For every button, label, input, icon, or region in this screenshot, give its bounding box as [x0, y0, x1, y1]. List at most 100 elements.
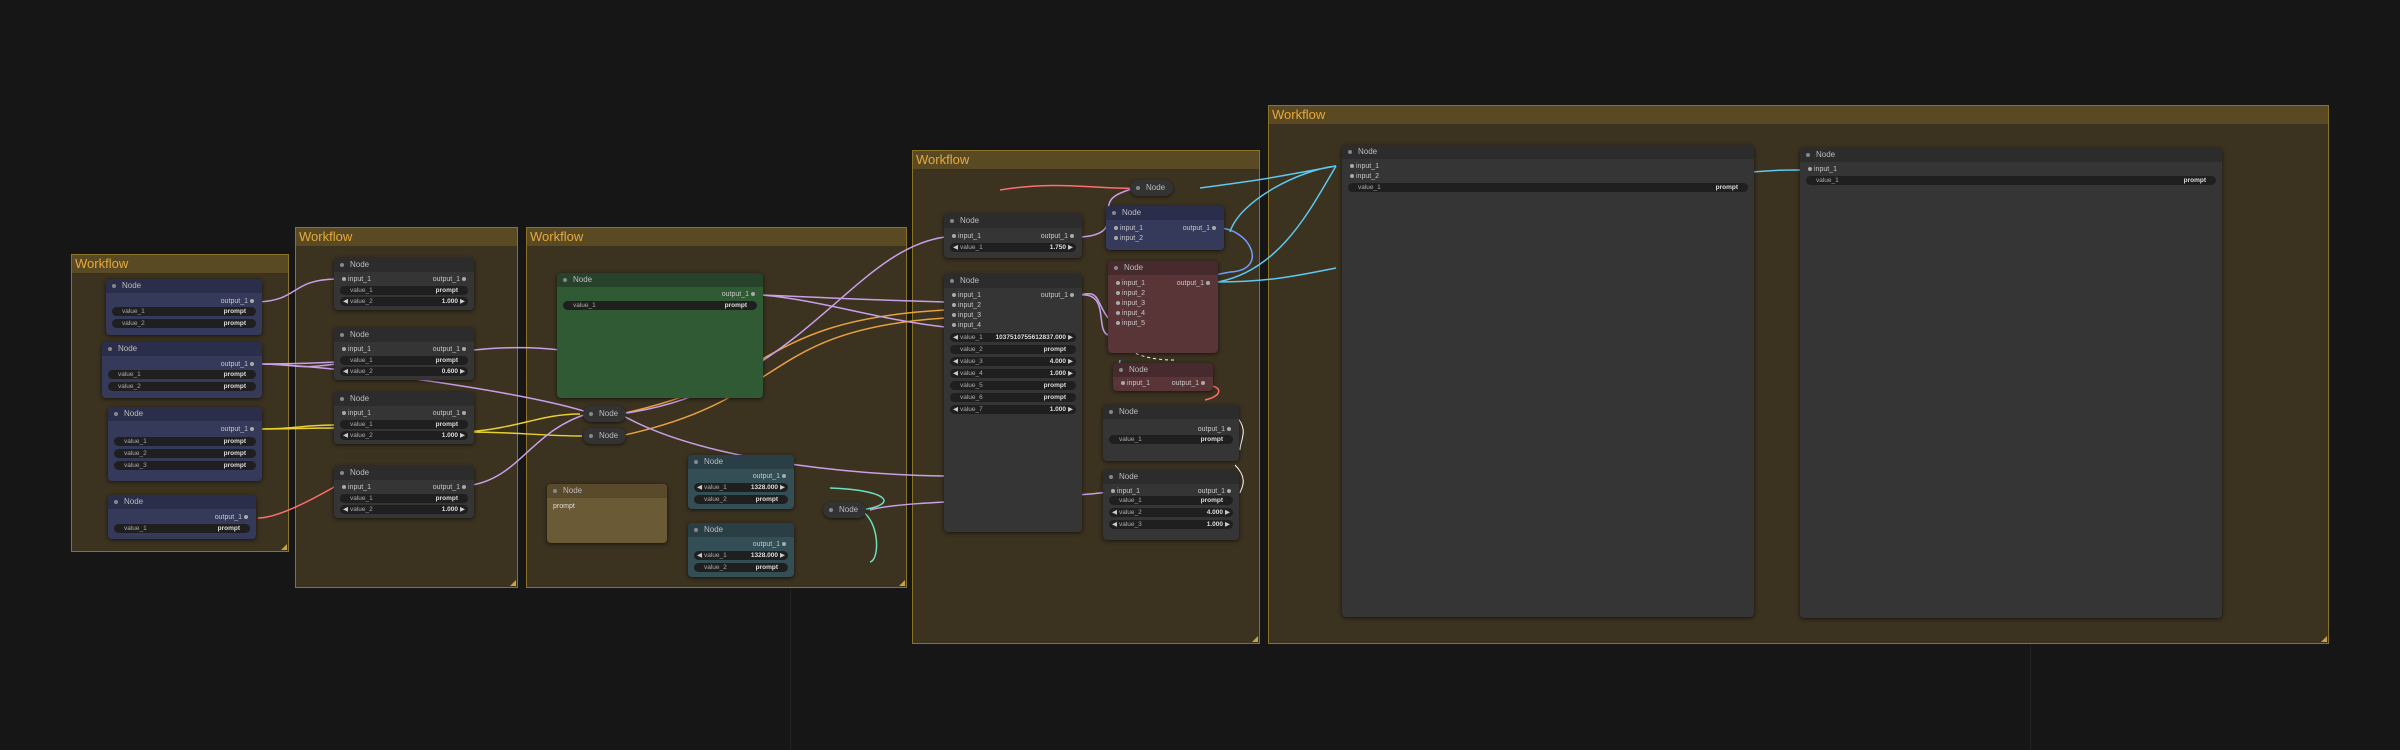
resize-handle[interactable]	[1252, 636, 1258, 642]
input-slot[interactable]	[1350, 164, 1354, 169]
output-slot[interactable]	[1212, 226, 1216, 231]
node[interactable]: Node input_1 output_1 input_2 input_3 inp…	[944, 274, 1082, 532]
node-collapsed[interactable]: Node	[583, 428, 627, 444]
input-slot[interactable]	[342, 277, 346, 282]
decrement-arrow[interactable]: ◀	[343, 297, 348, 306]
workflow-canvas[interactable]: Workflow Workflow Workflow Workflow Work…	[0, 0, 2400, 750]
text-widget[interactable]: value_1 prompt	[114, 437, 256, 446]
text-widget[interactable]: value_1 prompt	[1109, 496, 1233, 505]
output-slot[interactable]	[1227, 489, 1231, 494]
node[interactable]: Node output_1 ◀ value_1 1328.000 ▶ value_2 p…	[688, 523, 794, 577]
text-widget[interactable]: value_2 prompt	[694, 563, 788, 572]
node[interactable]: Node output_1 value_1 prompt	[1103, 405, 1239, 461]
number-widget[interactable]: ◀ value_3 1.000 ▶	[1109, 520, 1233, 529]
increment-arrow[interactable]: ▶	[1068, 357, 1073, 366]
input-slot[interactable]	[1114, 226, 1118, 231]
increment-arrow[interactable]: ▶	[460, 297, 465, 306]
input-slot[interactable]	[1116, 281, 1120, 286]
node[interactable]: Node input_1 output_1 ◀ value_1 1.750 ▶	[944, 214, 1082, 258]
resize-handle[interactable]	[510, 580, 516, 586]
decrement-arrow[interactable]: ◀	[1112, 508, 1117, 517]
output-slot[interactable]	[1070, 234, 1074, 239]
text-widget[interactable]: value_1 prompt	[340, 494, 468, 503]
resize-handle[interactable]	[281, 544, 287, 550]
text-widget[interactable]: value_1 prompt	[340, 286, 468, 295]
text-widget[interactable]: value_6 prompt	[950, 393, 1076, 402]
text-widget[interactable]: value_1 prompt	[563, 301, 757, 310]
resize-handle[interactable]	[2321, 636, 2327, 642]
increment-arrow[interactable]: ▶	[780, 551, 785, 560]
decrement-arrow[interactable]: ◀	[953, 405, 958, 414]
text-widget[interactable]: value_1 prompt	[340, 356, 468, 365]
text-widget[interactable]: value_1 prompt	[1806, 176, 2216, 185]
node[interactable]: Node output_1 value_1 prompt value_2 promp…	[106, 279, 262, 335]
resize-handle[interactable]	[899, 580, 905, 586]
increment-arrow[interactable]: ▶	[780, 483, 785, 492]
text-widget[interactable]: value_2 prompt	[112, 319, 256, 328]
input-slot[interactable]	[342, 347, 346, 352]
number-widget[interactable]: ◀ value_2 4.000 ▶	[1109, 508, 1233, 517]
node[interactable]: Node input_1 output_1 value_1 prompt ◀ valu…	[1103, 470, 1239, 540]
node[interactable]: Node input_1 output_1	[1113, 363, 1213, 391]
output-slot[interactable]	[1070, 293, 1074, 298]
text-widget[interactable]: value_3 prompt	[114, 461, 256, 470]
input-slot[interactable]	[952, 234, 956, 239]
output-slot[interactable]	[1206, 281, 1210, 286]
node[interactable]: Node input_1 output_1 value_1 prompt ◀ valu…	[334, 466, 474, 518]
output-slot[interactable]	[751, 292, 755, 297]
number-widget[interactable]: ◀ value_1 1328.000 ▶	[694, 551, 788, 560]
number-widget[interactable]: ◀ value_1 1037510755612837.000 ▶	[950, 333, 1076, 342]
decrement-arrow[interactable]: ◀	[953, 243, 958, 252]
node[interactable]: Node output_1 value_1 prompt value_2 promp…	[102, 342, 262, 398]
output-slot[interactable]	[462, 347, 466, 352]
input-slot[interactable]	[1116, 311, 1120, 316]
node[interactable]: Node input_1 output_1 input_2 input_3 inp…	[1108, 261, 1218, 353]
increment-arrow[interactable]: ▶	[1225, 508, 1230, 517]
decrement-arrow[interactable]: ◀	[953, 357, 958, 366]
node-collapsed[interactable]: Node	[1130, 180, 1174, 196]
node[interactable]: Node output_1 value_1 prompt	[557, 273, 763, 398]
node-collapsed[interactable]: Node	[583, 406, 627, 422]
text-widget[interactable]: value_1 prompt	[108, 370, 256, 379]
output-slot[interactable]	[1227, 427, 1231, 432]
output-slot[interactable]	[250, 299, 254, 304]
node[interactable]: Node input_1 output_1 value_1 prompt ◀ valu…	[334, 258, 474, 310]
number-widget[interactable]: ◀ value_1 1.750 ▶	[950, 243, 1076, 252]
node[interactable]: Node output_1 value_1 prompt value_2 promp…	[108, 407, 262, 481]
number-widget[interactable]: ◀ value_2 0.600 ▶	[340, 367, 468, 376]
output-slot[interactable]	[244, 515, 248, 520]
node[interactable]: Node input_1 output_1 input_2	[1106, 206, 1224, 250]
input-slot[interactable]	[952, 313, 956, 318]
output-slot[interactable]	[462, 485, 466, 490]
node[interactable]: Node input_1 output_1 value_1 prompt ◀ valu…	[334, 392, 474, 444]
number-widget[interactable]: ◀ value_2 1.000 ▶	[340, 431, 468, 440]
output-slot[interactable]	[782, 542, 786, 547]
input-slot[interactable]	[342, 485, 346, 490]
number-widget[interactable]: ◀ value_3 4.000 ▶	[950, 357, 1076, 366]
increment-arrow[interactable]: ▶	[1068, 243, 1073, 252]
text-widget[interactable]: value_2 prompt	[108, 382, 256, 391]
increment-arrow[interactable]: ▶	[460, 505, 465, 514]
input-slot[interactable]	[1111, 489, 1115, 494]
output-slot[interactable]	[250, 362, 254, 367]
output-slot[interactable]	[250, 427, 254, 432]
node-collapsed[interactable]: Node	[823, 502, 867, 518]
number-widget[interactable]: ◀ value_2 1.000 ▶	[340, 297, 468, 306]
number-widget[interactable]: ◀ value_7 1.000 ▶	[950, 405, 1076, 414]
text-widget[interactable]: value_1 prompt	[112, 307, 256, 316]
input-slot[interactable]	[1350, 174, 1354, 179]
input-slot[interactable]	[342, 411, 346, 416]
input-slot[interactable]	[1121, 381, 1125, 386]
node[interactable]: Node output_1 value_1 prompt	[108, 495, 256, 539]
increment-arrow[interactable]: ▶	[1225, 520, 1230, 529]
increment-arrow[interactable]: ▶	[1068, 405, 1073, 414]
number-widget[interactable]: ◀ value_2 1.000 ▶	[340, 505, 468, 514]
note-node[interactable]: Node prompt	[547, 484, 667, 543]
increment-arrow[interactable]: ▶	[460, 367, 465, 376]
output-slot[interactable]	[462, 411, 466, 416]
decrement-arrow[interactable]: ◀	[343, 431, 348, 440]
number-widget[interactable]: ◀ value_4 1.000 ▶	[950, 369, 1076, 378]
decrement-arrow[interactable]: ◀	[953, 369, 958, 378]
input-slot[interactable]	[1808, 167, 1812, 172]
number-widget[interactable]: ◀ value_1 1328.000 ▶	[694, 483, 788, 492]
